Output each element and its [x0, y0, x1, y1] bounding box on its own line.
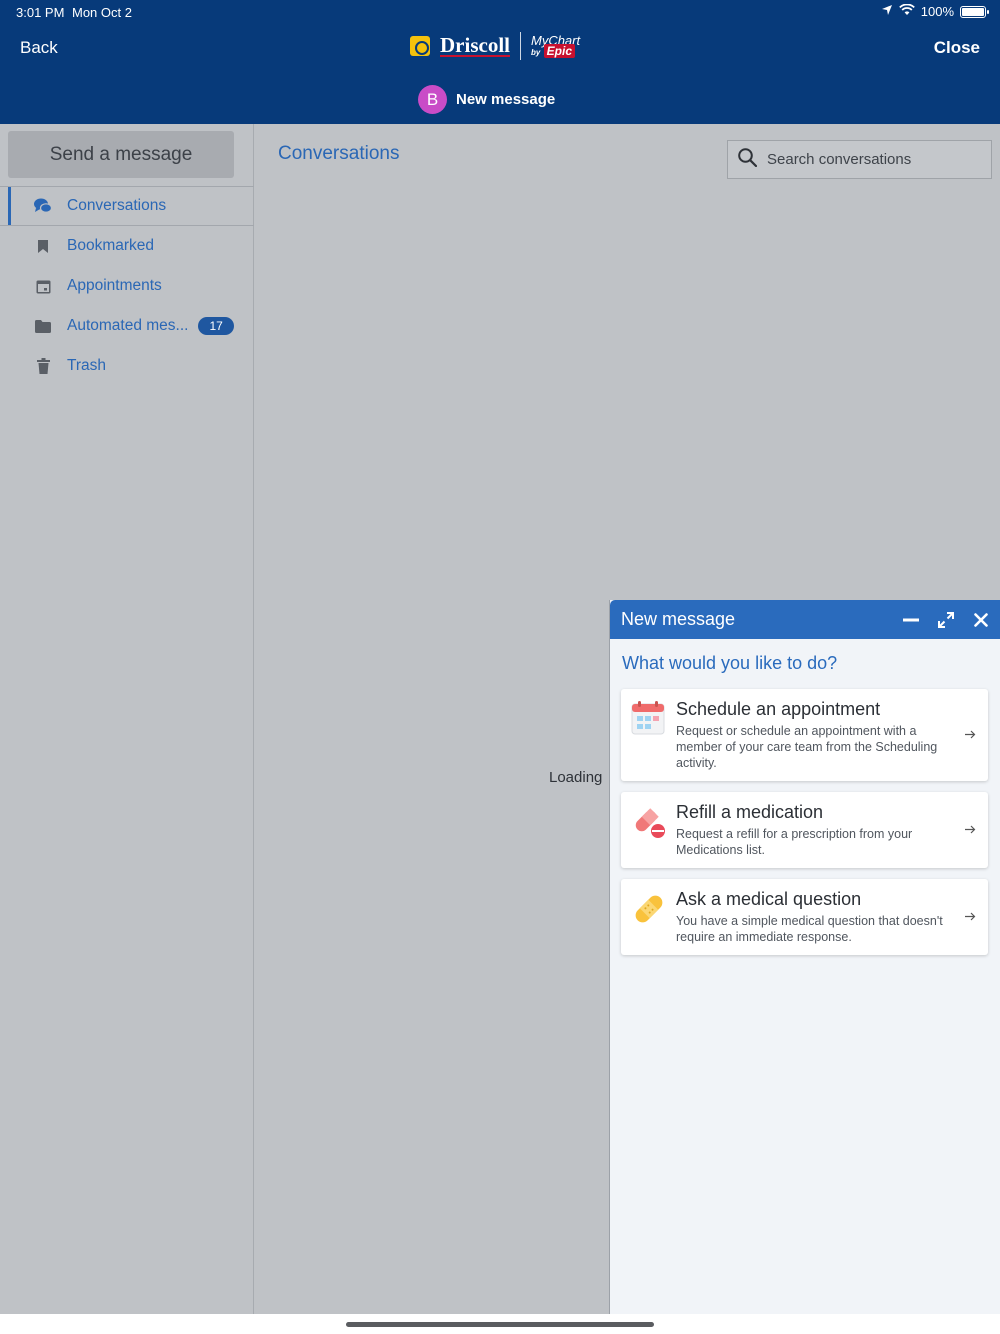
battery-percent: 100%: [920, 4, 954, 19]
sidebar-item-appointments[interactable]: Appointments: [0, 266, 254, 306]
option-desc: You have a simple medical question that …: [676, 914, 943, 944]
chat-bubbles-icon: [34, 197, 52, 215]
calendar-color-icon: [631, 701, 665, 737]
sidebar-item-conversations[interactable]: Conversations: [0, 186, 254, 226]
header-title: B New message: [418, 85, 555, 114]
battery-icon: [960, 5, 989, 18]
trash-icon: [34, 357, 52, 375]
schedule-appointment-option[interactable]: Schedule an appointment Request or sched…: [621, 689, 988, 781]
panel-title: New message: [621, 609, 736, 629]
option-desc: Request a refill for a prescription from…: [676, 827, 913, 857]
sidebar-item-trash[interactable]: Trash: [0, 346, 254, 386]
option-text: Refill a medication Request a refill for…: [676, 802, 978, 858]
send-message-button[interactable]: Send a message: [8, 131, 234, 178]
new-message-panel: New message What would you like to do? S…: [609, 600, 1000, 1314]
option-list: Schedule an appointment Request or sched…: [621, 689, 988, 955]
brand-divider: [519, 32, 521, 60]
avatar[interactable]: B: [418, 85, 447, 114]
search-input[interactable]: [767, 151, 987, 168]
sidebar-item-label: Trash: [67, 357, 107, 374]
home-bar-area: [0, 1314, 1000, 1334]
status-time: 3:01 PM: [16, 5, 65, 20]
arrow-right-icon: [965, 910, 976, 924]
pill-icon: [631, 804, 665, 840]
sidebar-item-label: Conversations: [67, 197, 167, 214]
conversations-heading: Conversations: [278, 143, 400, 164]
sidebar-nav: Conversations Bookmarked Appointments Au…: [0, 186, 254, 386]
refill-medication-option[interactable]: Refill a medication Request a refill for…: [621, 792, 988, 868]
panel-header: New message: [610, 600, 1000, 639]
brand-name: Driscoll: [440, 33, 510, 57]
by-epic: by Epic: [531, 43, 580, 58]
search-icon: [738, 147, 758, 172]
brand-logo: Driscoll MyChart by Epic: [410, 32, 580, 60]
search-box[interactable]: [727, 140, 992, 179]
option-text: Schedule an appointment Request or sched…: [676, 699, 978, 771]
arrow-right-icon: [965, 728, 976, 742]
loading-text: Loading: [549, 769, 603, 786]
home-indicator[interactable]: [346, 1322, 654, 1327]
close-button[interactable]: Close: [934, 38, 980, 58]
option-title: Schedule an appointment: [676, 699, 881, 719]
page-title: New message: [456, 91, 556, 108]
panel-actions: [901, 610, 990, 629]
option-title: Refill a medication: [676, 802, 824, 822]
back-button[interactable]: Back: [20, 38, 58, 58]
close-icon[interactable]: [971, 610, 990, 629]
folder-icon: [34, 317, 52, 335]
status-indicators: 100%: [881, 3, 989, 19]
location-icon: [881, 4, 893, 19]
status-date: Mon Oct 2: [72, 5, 132, 20]
bandage-icon: [631, 891, 665, 927]
ask-medical-question-option[interactable]: Ask a medical question You have a simple…: [621, 879, 988, 955]
sidebar: Send a message Conversations Bookmarked …: [0, 124, 254, 1314]
sidebar-item-bookmarked[interactable]: Bookmarked: [0, 226, 254, 266]
bookmark-icon: [34, 237, 52, 255]
sidebar-item-label: Automated mes...: [67, 317, 189, 334]
sidebar-item-label: Appointments: [67, 277, 162, 294]
top-header: 3:01 PM Mon Oct 2 100% Back Driscoll MyC…: [0, 0, 1000, 124]
unread-count-badge: 17: [198, 317, 234, 335]
driscoll-logo-icon: [410, 36, 430, 56]
option-desc: Request or schedule an appointment with …: [676, 724, 938, 770]
sidebar-item-label: Bookmarked: [67, 237, 155, 254]
option-text: Ask a medical question You have a simple…: [676, 889, 978, 945]
arrow-right-icon: [965, 823, 976, 837]
minimize-icon[interactable]: [901, 610, 920, 629]
panel-prompt: What would you like to do?: [622, 653, 838, 673]
sidebar-item-automated-messages[interactable]: Automated mes... 17: [0, 306, 254, 346]
option-title: Ask a medical question: [676, 889, 862, 909]
wifi-icon: [898, 3, 915, 19]
mychart-logo: MyChart by Epic: [531, 34, 580, 58]
calendar-icon: [34, 277, 52, 295]
expand-icon[interactable]: [936, 610, 955, 629]
